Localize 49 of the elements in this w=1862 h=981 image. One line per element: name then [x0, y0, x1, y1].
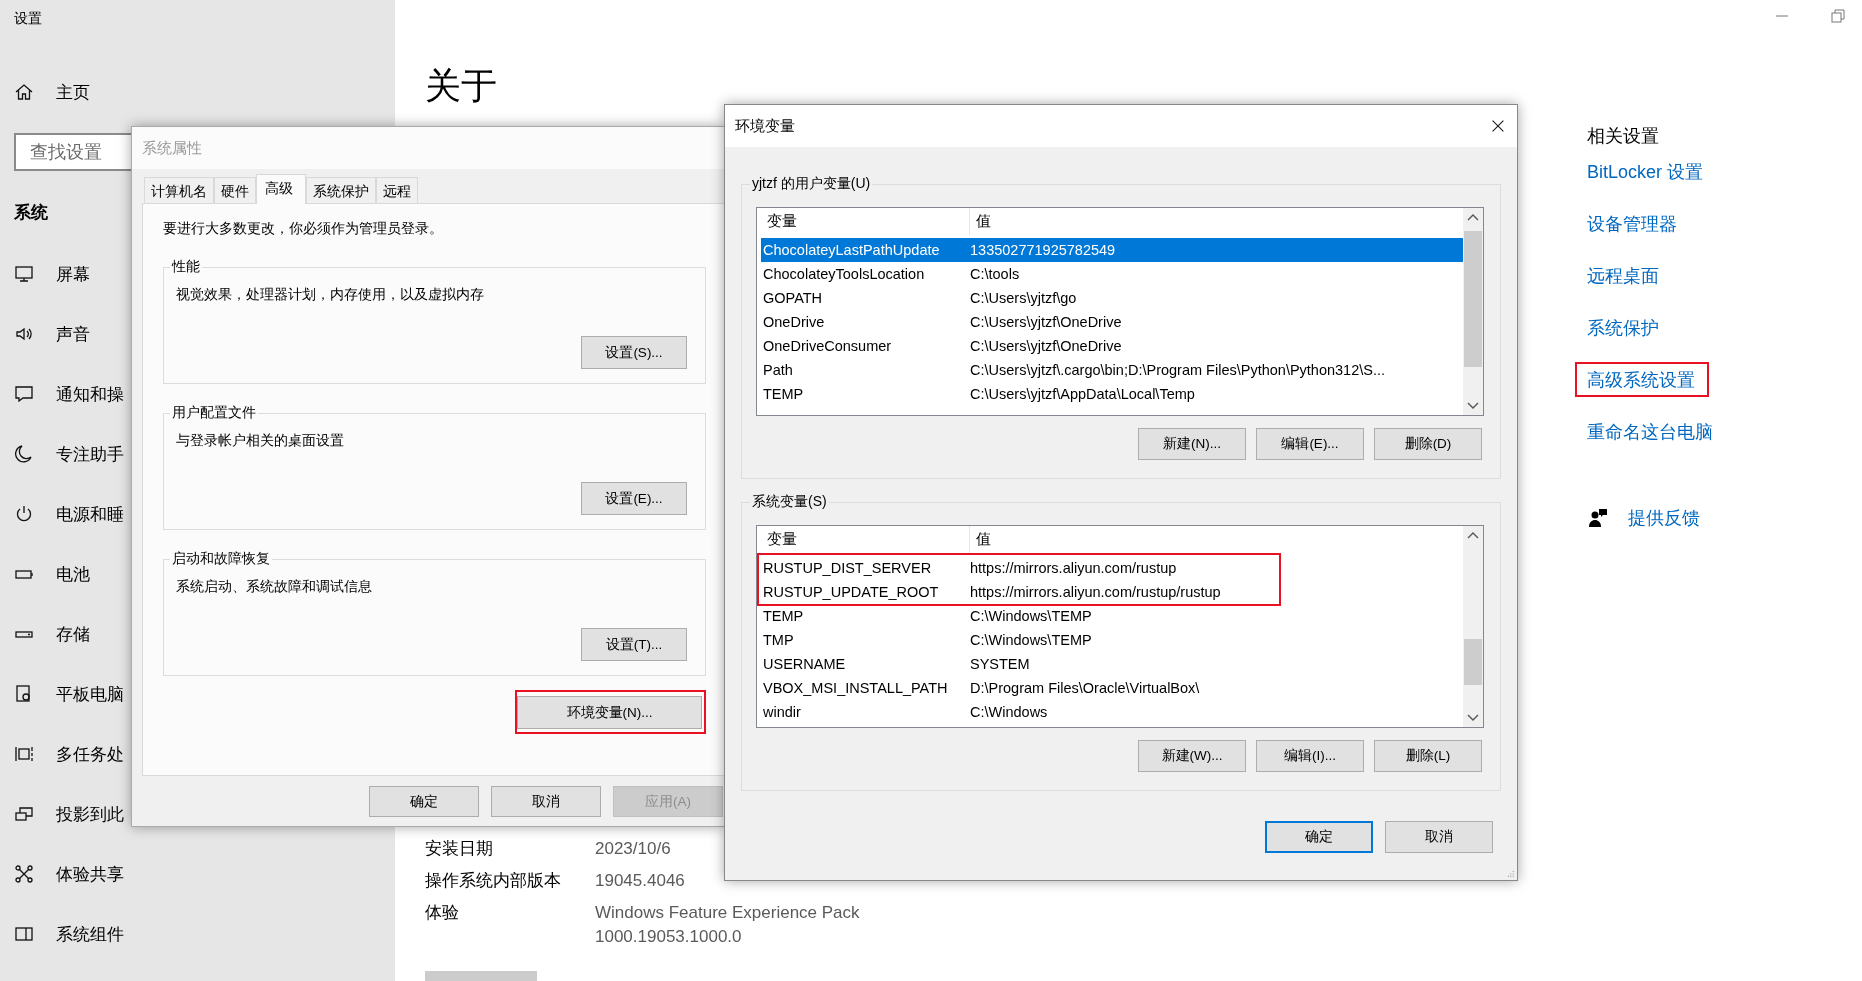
spec-label: 安装日期: [425, 838, 494, 860]
notice-text: 要进行大多数更改，你必须作为管理员登录。: [163, 219, 444, 238]
dialog-title: 系统属性: [132, 127, 724, 169]
group-title: 系统变量(S): [751, 493, 828, 511]
variable-value: https://mirrors.aliyun.com/rustup: [969, 560, 1177, 576]
variable-name: TMP: [762, 632, 795, 648]
variable-value: D:\Program Files\Oracle\VirtualBox\: [969, 680, 1200, 696]
variable-name: TEMP: [762, 608, 805, 624]
window-title: 设置: [14, 10, 42, 28]
variable-value: C:\Windows\TEMP: [969, 632, 1092, 648]
spec-value: 2023/10/6: [595, 838, 672, 860]
spec-value: 19045.4046: [595, 870, 686, 892]
dialog-title: 环境变量: [735, 116, 795, 136]
group-title: 用户配置文件: [171, 404, 257, 422]
group-description: 视觉效果，处理器计划，内存使用，以及虚拟内存: [176, 286, 485, 304]
spec-label: 体验: [425, 902, 460, 924]
variable-name: TEMP: [762, 386, 805, 402]
spec-label: 操作系统内部版本: [425, 870, 562, 892]
variable-name: RUSTUP_UPDATE_ROOT: [762, 584, 940, 600]
variable-name: ChocolateyLastPathUpdate: [762, 242, 941, 258]
variable-value: C:\Users\yjtzf\OneDrive: [969, 338, 1122, 354]
group-description: 系统启动、系统故障和调试信息: [176, 578, 373, 596]
variable-value: C:\Users\yjtzf\OneDrive: [969, 314, 1122, 330]
spec-value: Windows Feature Experience Pack 1000.19053.1000.0: [595, 902, 861, 948]
variable-value: C:\tools: [969, 266, 1020, 282]
variable-name: windir: [762, 704, 802, 720]
variable-name: ChocolateyToolsLocation: [762, 266, 926, 282]
group-description: 与登录帐户相关的桌面设置: [176, 432, 345, 450]
variable-value: SYSTEM: [969, 656, 1030, 672]
variable-value: C:\Users\yjtzf\.cargo\bin;D:\Program Files\Python\Python312\S...: [969, 362, 1386, 378]
variable-value: C:\Windows\TEMP: [969, 608, 1092, 624]
section-heading: 相关设置: [1587, 125, 1659, 148]
variable-value: https://mirrors.aliyun.com/rustup/rustup: [969, 584, 1221, 600]
group-title: 启动和故障恢复: [171, 550, 271, 568]
variable-value: C:\Users\yjtzf\go: [969, 290, 1077, 306]
section-heading: 系统: [14, 202, 48, 224]
variable-value: 133502771925782549: [969, 242, 1116, 258]
variable-name: GOPATH: [762, 290, 824, 306]
variable-value: C:\Windows: [969, 704, 1048, 720]
variable-name: VBOX_MSI_INSTALL_PATH: [762, 680, 946, 696]
variable-name: OneDriveConsumer: [762, 338, 893, 354]
group-title: yjtzf 的用户变量(U): [751, 175, 872, 193]
group-title: 性能: [170, 258, 201, 276]
variable-value: C:\Users\yjtzf\AppData\Local\Temp: [969, 386, 1195, 402]
page-title: 关于: [425, 64, 497, 108]
variable-name: OneDrive: [762, 314, 826, 330]
variable-name: USERNAME: [762, 656, 847, 672]
variable-name: Path: [762, 362, 794, 378]
variable-name: RUSTUP_DIST_SERVER: [762, 560, 933, 576]
